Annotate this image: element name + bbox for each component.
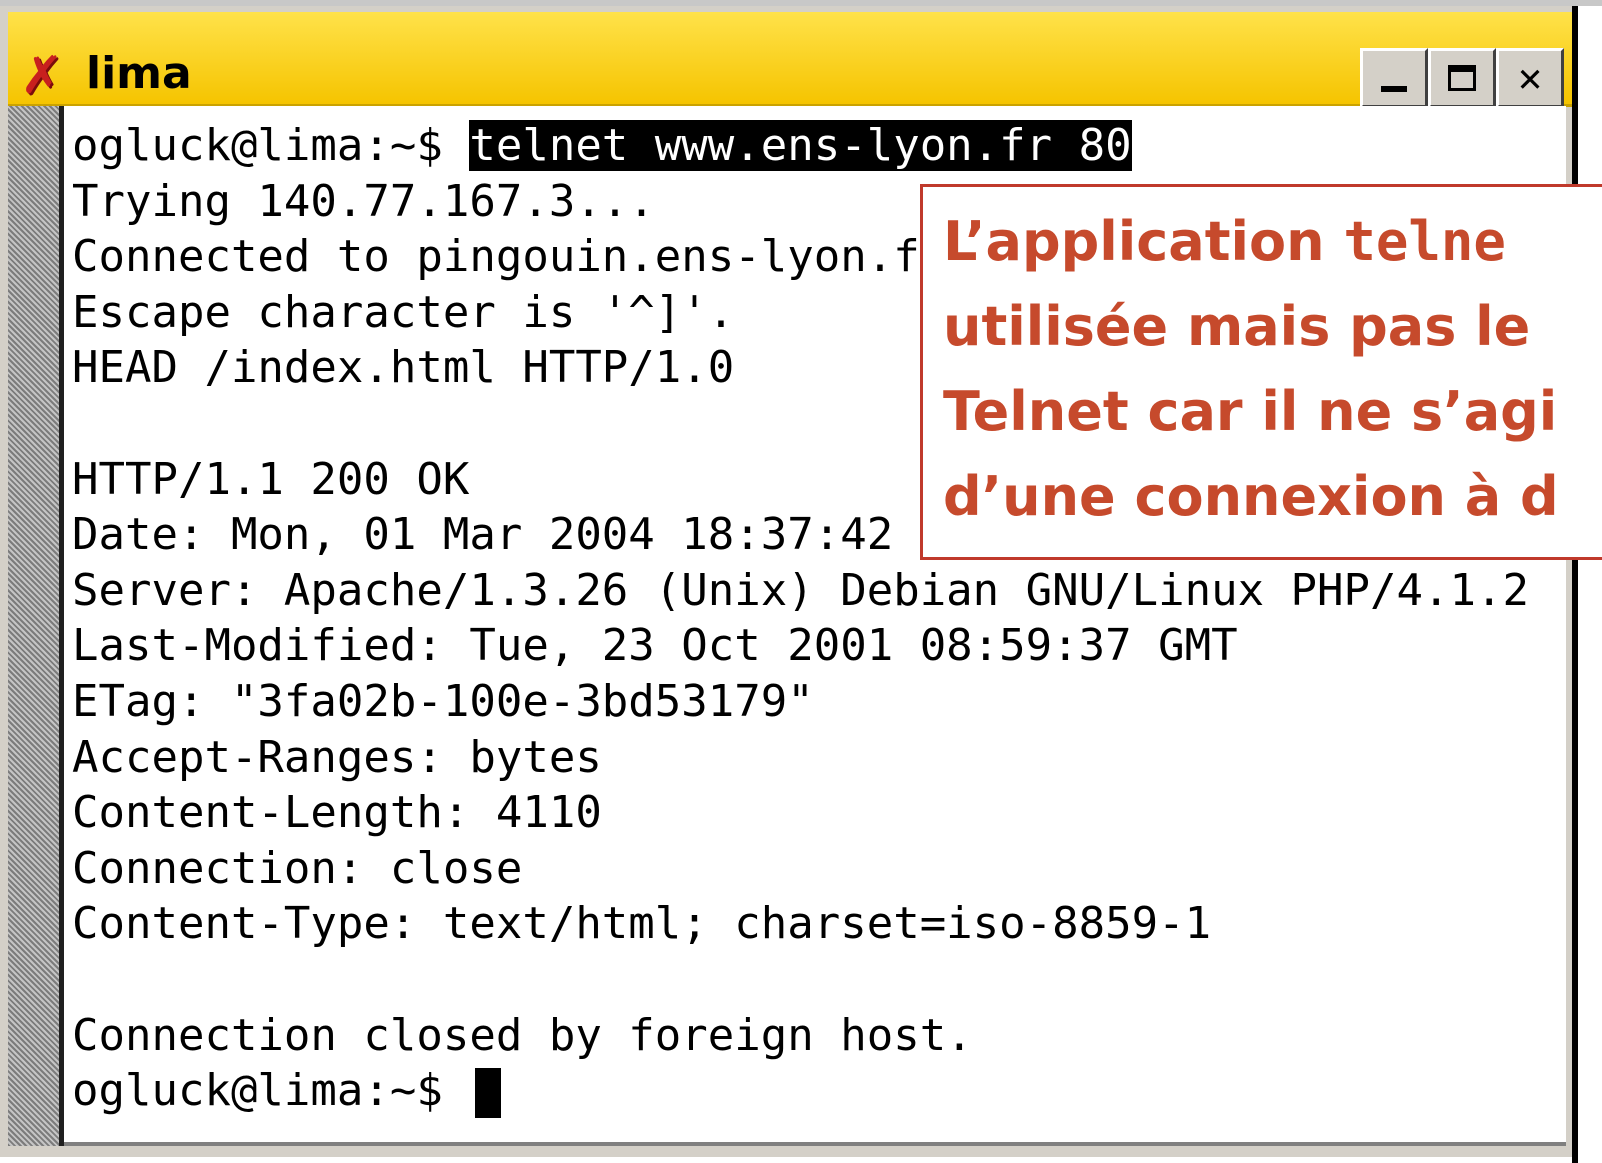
maximize-icon — [1448, 65, 1476, 91]
window-controls: ✕ — [1360, 48, 1564, 108]
terminal-window: ✗ lima ✕ ogluck@lima:~$ telnet www.ens-l… — [0, 0, 1602, 1163]
callout-line: Telnet car il ne s’agi — [943, 380, 1558, 443]
shell-prompt: ogluck@lima:~$ — [72, 1065, 470, 1117]
callout-line: L’application telne — [943, 199, 1602, 284]
title-bar[interactable]: ✗ lima ✕ — [8, 12, 1572, 108]
shell-prompt: ogluck@lima:~$ — [72, 120, 470, 171]
text-cursor — [475, 1068, 502, 1119]
highlighted-command: telnet www.ens-lyon.fr 80 — [469, 120, 1132, 171]
terminal-line: Accept-Ranges: bytes — [72, 731, 602, 783]
terminal-line: ogluck@lima:~$ — [72, 1063, 1566, 1119]
terminal-line: Server: Apache/1.3.26 (Unix) Debian GNU/… — [72, 564, 1529, 616]
terminal-line: Connection closed by foreign host. — [72, 1009, 973, 1061]
callout-line: utilisée mais pas le — [943, 295, 1531, 358]
terminal-line: Content-Length: 4110 — [72, 787, 602, 839]
maximize-button[interactable] — [1428, 48, 1496, 108]
callout-code-text: telne — [1343, 210, 1506, 273]
close-button[interactable]: ✕ — [1496, 48, 1564, 108]
terminal-line: Content-Type: text/html; charset=iso-885… — [72, 898, 1212, 950]
close-icon: ✕ — [1517, 55, 1543, 101]
terminal-line: ETag: "3fa02b-100e-3bd53179" — [72, 675, 814, 727]
minimize-icon — [1381, 86, 1407, 92]
x-window-icon: ✗ — [20, 46, 64, 106]
terminal-line: ogluck@lima:~$ telnet www.ens-lyon.fr 80 — [72, 118, 1566, 174]
terminal-scrollbar[interactable] — [8, 106, 64, 1146]
callout-line: d’une connexion à d — [943, 465, 1559, 528]
window-right-border — [1572, 6, 1602, 1163]
annotation-callout: L’application telne utilisée mais pas le… — [920, 184, 1602, 560]
terminal-line: Last-Modified: Tue, 23 Oct 2001 08:59:37… — [72, 620, 1238, 672]
callout-text: L’application — [943, 210, 1344, 273]
terminal-line: Connection: close — [72, 842, 523, 894]
window-title: lima — [86, 48, 192, 99]
minimize-button[interactable] — [1360, 48, 1428, 108]
